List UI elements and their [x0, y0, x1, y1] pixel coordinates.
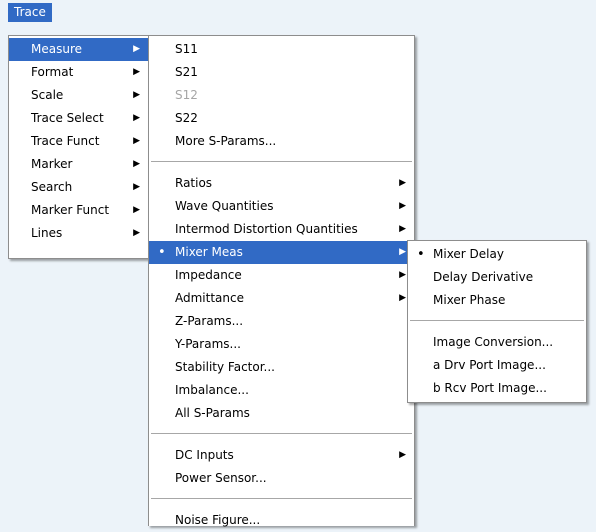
menu-item-s21[interactable]: S21 [149, 61, 414, 84]
menu-item-label: Ratios [175, 176, 213, 190]
submenu-arrow-icon: ▶ [133, 67, 140, 77]
menu-item-scale[interactable]: Scale ▶ [9, 84, 148, 107]
menu-item-trace-select[interactable]: Trace Select ▶ [9, 107, 148, 130]
submenu-arrow-icon: ▶ [399, 178, 406, 188]
menu-item-power-sensor[interactable]: Power Sensor... [149, 467, 414, 490]
menu-item-imbalance[interactable]: Imbalance... [149, 379, 414, 402]
menu-item-label: Format [31, 65, 74, 79]
menu-item-label: All S-Params [175, 406, 250, 420]
menu-item-label: Stability Factor... [175, 360, 275, 374]
menu-item-image-conversion[interactable]: Image Conversion... [408, 331, 586, 354]
submenu-arrow-icon: ▶ [399, 293, 406, 303]
menu-item-label: S11 [175, 42, 198, 56]
trace-menu[interactable]: Trace [8, 3, 52, 22]
menu-item-label: Marker Funct [31, 203, 110, 217]
menu-item-label: Mixer Meas [175, 245, 243, 259]
menu-item-label: Wave Quantities [175, 199, 274, 213]
menu-item-admittance[interactable]: Admittance ▶ [149, 287, 414, 310]
menu-item-label: a Drv Port Image... [433, 358, 546, 372]
menu-item-wave-quantities[interactable]: Wave Quantities ▶ [149, 195, 414, 218]
menu-item-more-s-params[interactable]: More S-Params... [149, 130, 414, 153]
submenu-arrow-icon: ▶ [133, 159, 140, 169]
submenu-arrow-icon: ▶ [133, 113, 140, 123]
submenu-arrow-icon: ▶ [133, 228, 140, 238]
radio-bullet-icon: • [158, 245, 166, 260]
menu-item-intermod-distortion[interactable]: Intermod Distortion Quantities ▶ [149, 218, 414, 241]
menu-item-mixer-delay[interactable]: • Mixer Delay [408, 243, 586, 266]
menu-item-a-drv-port-image[interactable]: a Drv Port Image... [408, 354, 586, 377]
menu-item-impedance[interactable]: Impedance ▶ [149, 264, 414, 287]
menu-item-label: Measure [31, 42, 82, 56]
menu-item-mixer-meas[interactable]: • Mixer Meas ▶ [149, 241, 414, 264]
menu-item-label: S22 [175, 111, 198, 125]
menu-item-search[interactable]: Search ▶ [9, 176, 148, 199]
menu-item-dc-inputs[interactable]: DC Inputs ▶ [149, 444, 414, 467]
submenu-arrow-icon: ▶ [133, 182, 140, 192]
menu-item-mixer-phase[interactable]: Mixer Phase [408, 289, 586, 312]
menu-item-measure[interactable]: Measure ▶ [9, 38, 148, 61]
menu-item-label: Mixer Phase [433, 293, 506, 307]
menu-item-label: b Rcv Port Image... [433, 381, 547, 395]
menu-separator [151, 498, 412, 499]
measure-submenu: S11 S21 S12 S22 More S-Params... Ratios ▶… [148, 35, 415, 527]
submenu-arrow-icon: ▶ [133, 136, 140, 146]
menu-item-label: Trace Select [31, 111, 104, 125]
submenu-arrow-icon: ▶ [399, 224, 406, 234]
menu-separator [151, 161, 412, 162]
menu-item-label: Noise Figure... [175, 513, 261, 527]
menu-item-label: Marker [31, 157, 73, 171]
submenu-arrow-icon: ▶ [133, 44, 140, 54]
menu-item-s22[interactable]: S22 [149, 107, 414, 130]
menu-item-label: Search [31, 180, 73, 194]
mixer-meas-submenu: • Mixer Delay Delay Derivative Mixer Phas… [407, 240, 587, 403]
radio-bullet-icon: • [417, 247, 425, 262]
menu-item-label: S21 [175, 65, 198, 79]
menu-item-label: Trace Funct [31, 134, 100, 148]
menu-item-noise-figure[interactable]: Noise Figure... [149, 509, 414, 532]
menu-item-z-params[interactable]: Z-Params... [149, 310, 414, 333]
submenu-arrow-icon: ▶ [399, 201, 406, 211]
menu-item-delay-derivative[interactable]: Delay Derivative [408, 266, 586, 289]
menu-item-marker-funct[interactable]: Marker Funct ▶ [9, 199, 148, 222]
menu-separator [410, 320, 584, 321]
menu-item-stability-factor[interactable]: Stability Factor... [149, 356, 414, 379]
menu-item-label: Delay Derivative [433, 270, 534, 284]
menu-item-label: Y-Params... [175, 337, 241, 351]
submenu-arrow-icon: ▶ [133, 205, 140, 215]
menu-item-y-params[interactable]: Y-Params... [149, 333, 414, 356]
menu-item-ratios[interactable]: Ratios ▶ [149, 172, 414, 195]
menu-item-label: Mixer Delay [433, 247, 504, 261]
trace-dropdown-menu: Measure ▶ Format ▶ Scale ▶ Trace Select ▶ Tr… [8, 35, 149, 259]
menu-item-b-rcv-port-image[interactable]: b Rcv Port Image... [408, 377, 586, 400]
menu-separator [151, 433, 412, 434]
menu-item-s11[interactable]: S11 [149, 38, 414, 61]
menu-item-label: Intermod Distortion Quantities [175, 222, 358, 236]
menu-item-label: Z-Params... [175, 314, 244, 328]
menu-item-label: Lines [31, 226, 63, 240]
submenu-arrow-icon: ▶ [133, 90, 140, 100]
menu-item-label: Admittance [175, 291, 244, 305]
menu-item-marker[interactable]: Marker ▶ [9, 153, 148, 176]
submenu-arrow-icon: ▶ [399, 247, 406, 257]
menu-item-trace-funct[interactable]: Trace Funct ▶ [9, 130, 148, 153]
menu-item-label: Impedance [175, 268, 242, 282]
menu-item-all-s-params[interactable]: All S-Params [149, 402, 414, 425]
menu-item-label: Power Sensor... [175, 471, 267, 485]
menu-item-s12: S12 [149, 84, 414, 107]
menu-item-label: Imbalance... [175, 383, 249, 397]
submenu-arrow-icon: ▶ [399, 450, 406, 460]
menu-item-label: Image Conversion... [433, 335, 554, 349]
menu-item-label: Scale [31, 88, 64, 102]
trace-menu-label: Trace [14, 5, 46, 19]
menu-item-label: DC Inputs [175, 448, 234, 462]
submenu-arrow-icon: ▶ [399, 270, 406, 280]
menu-item-format[interactable]: Format ▶ [9, 61, 148, 84]
menu-item-lines[interactable]: Lines ▶ [9, 222, 148, 245]
menu-item-label: More S-Params... [175, 134, 277, 148]
menu-item-label: S12 [175, 88, 198, 102]
